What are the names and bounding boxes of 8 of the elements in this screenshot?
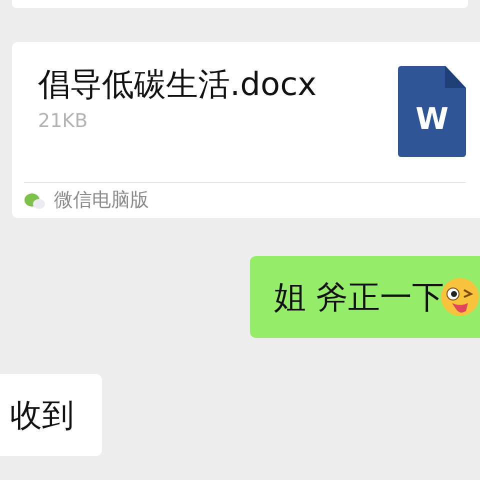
chat-bubbles-icon: [24, 192, 46, 210]
file-name: 倡导低碳生活.docx: [38, 64, 317, 104]
message-text: 姐 斧正一下: [274, 277, 444, 318]
file-size: 21KB: [38, 109, 89, 134]
message-text: 收到: [10, 395, 74, 436]
source-label: 微信电脑版: [54, 188, 149, 214]
word-file-icon: W: [398, 66, 466, 157]
file-message-card[interactable]: 倡导低碳生活.docx 21KB W 微信电脑版: [12, 42, 480, 218]
